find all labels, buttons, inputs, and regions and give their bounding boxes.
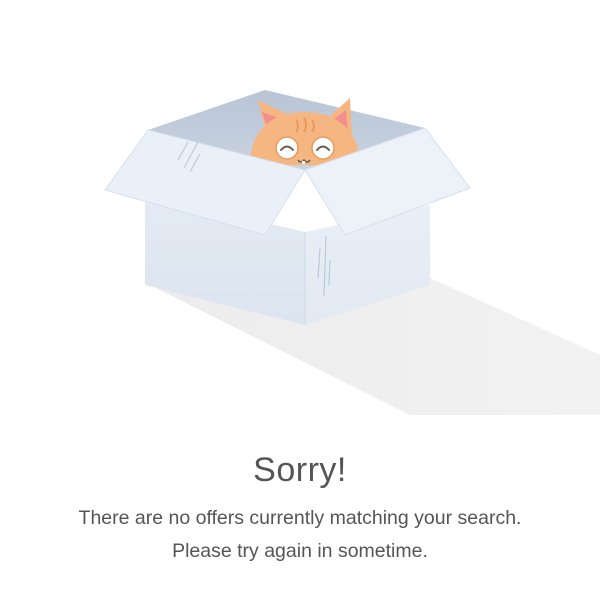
empty-state: Sorry! There are no offers currently mat…: [0, 0, 600, 600]
empty-state-message: There are no offers currently matching y…: [78, 507, 522, 562]
empty-state-title: Sorry!: [253, 451, 347, 489]
cat-in-box-icon: [104, 90, 600, 415]
